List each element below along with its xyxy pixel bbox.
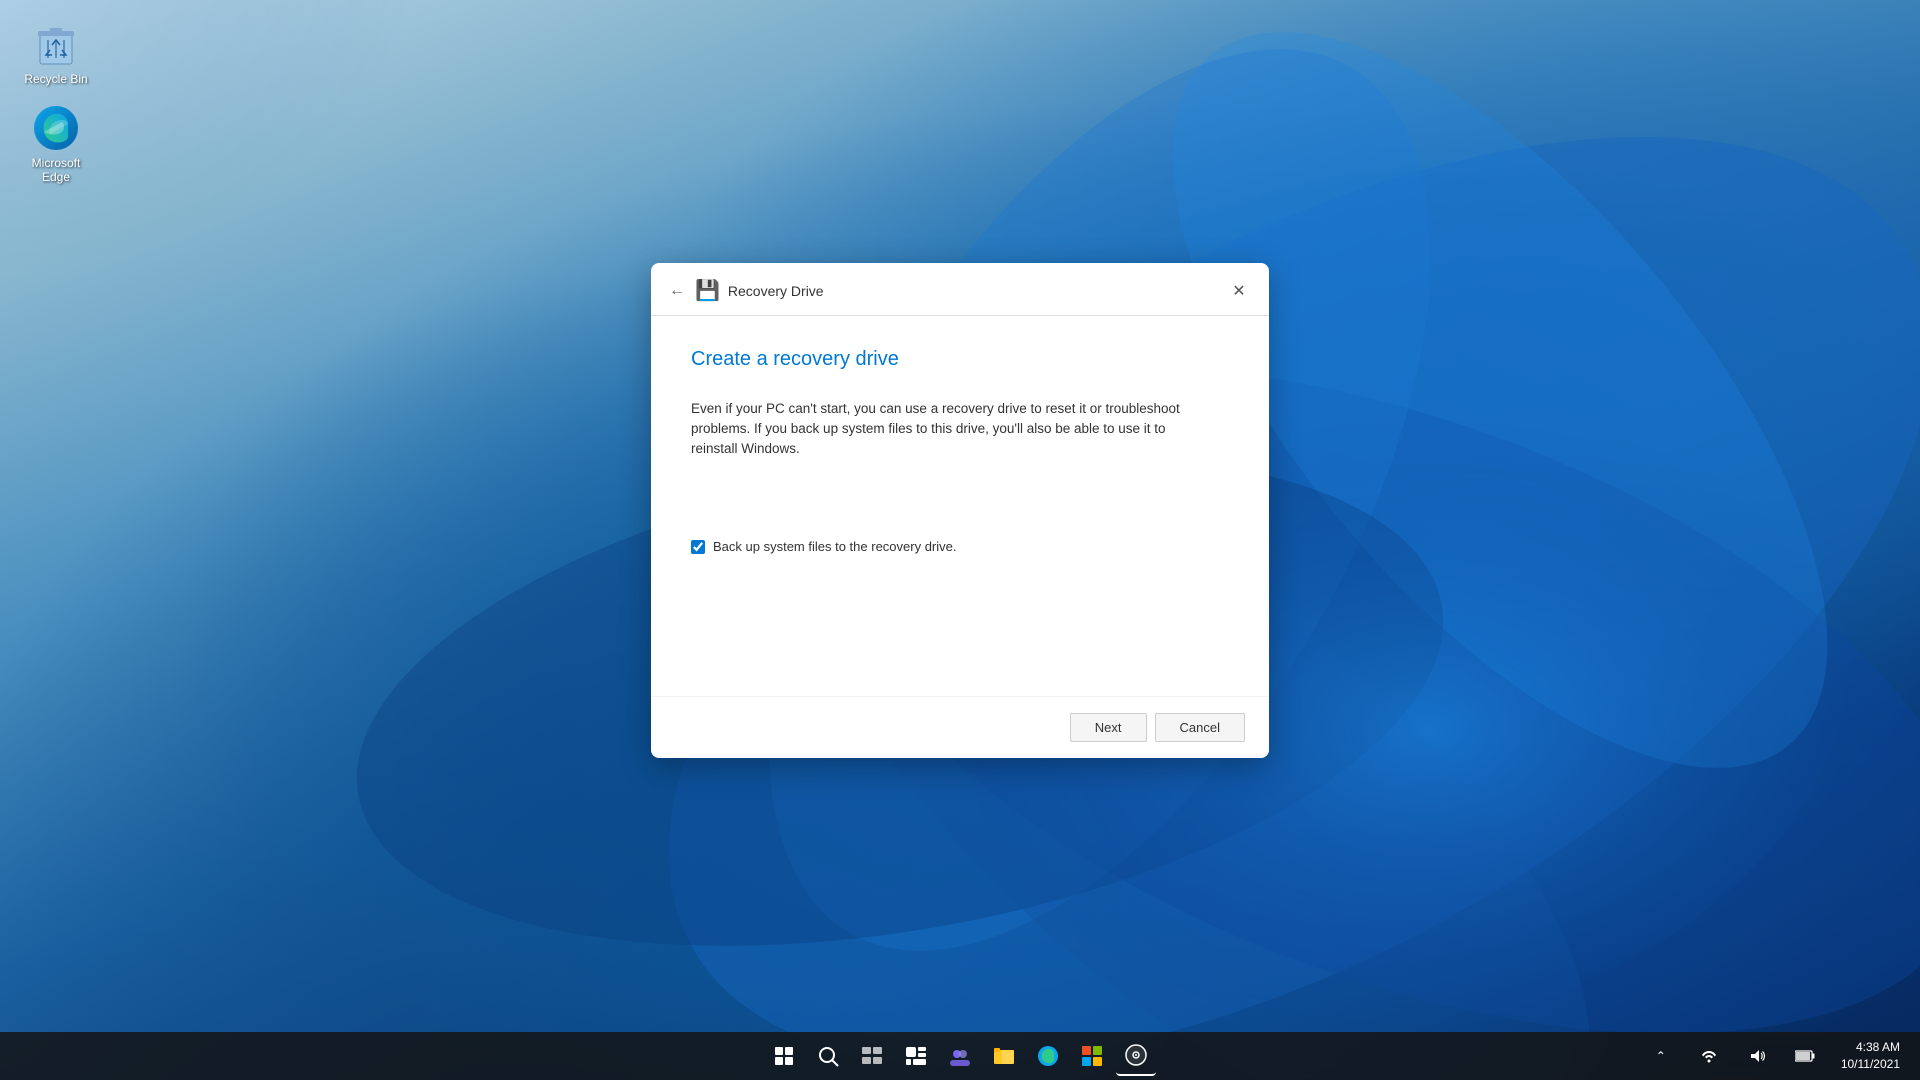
checkbox-label: Back up system files to the recovery dri… (713, 539, 956, 554)
dialog-titlebar: ← 💾 Recovery Drive ✕ (651, 263, 1269, 316)
backup-checkbox[interactable] (691, 540, 705, 554)
close-button[interactable]: ✕ (1225, 277, 1253, 305)
back-button[interactable]: ← (667, 280, 687, 302)
dialog-footer: Next Cancel (651, 696, 1269, 758)
drive-icon: 💾 (695, 278, 720, 303)
titlebar-left: ← 💾 Recovery Drive (667, 278, 824, 303)
desktop: Recycle Bin (0, 0, 1920, 1080)
recovery-drive-dialog: ← 💾 Recovery Drive ✕ Create a recovery d… (651, 263, 1269, 758)
dialog-heading: Create a recovery drive (691, 348, 1229, 371)
dialog-overlay: ← 💾 Recovery Drive ✕ Create a recovery d… (0, 0, 1920, 1080)
cancel-button[interactable]: Cancel (1155, 713, 1245, 742)
dialog-description: Even if your PC can't start, you can use… (691, 399, 1211, 460)
next-button[interactable]: Next (1070, 713, 1147, 742)
checkbox-row: Back up system files to the recovery dri… (691, 539, 1229, 554)
dialog-title: Recovery Drive (728, 283, 824, 299)
dialog-content: Create a recovery drive Even if your PC … (651, 316, 1269, 696)
